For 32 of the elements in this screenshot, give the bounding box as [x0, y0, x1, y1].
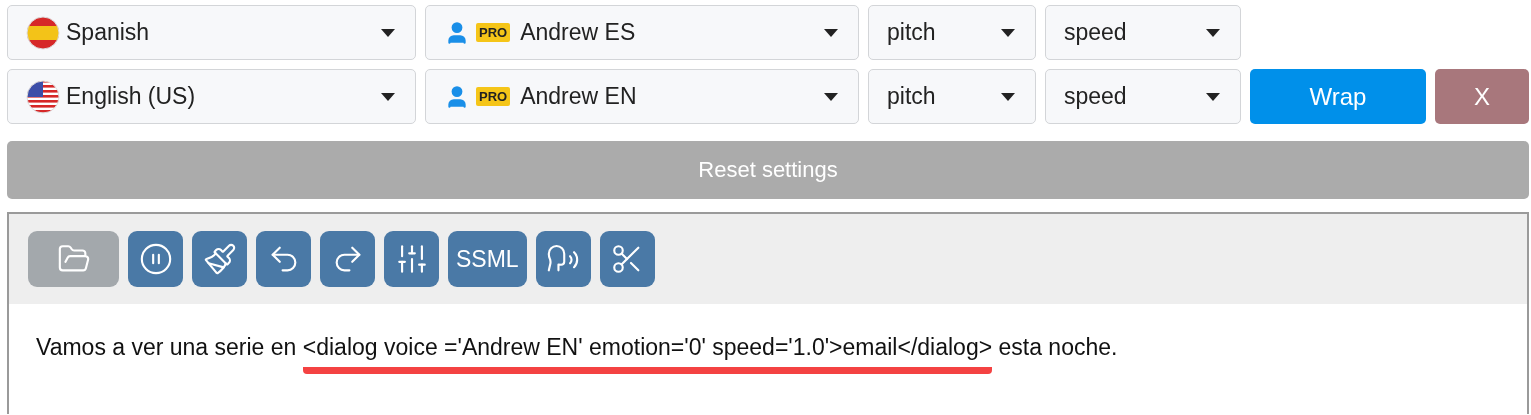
- pitch-select[interactable]: pitch: [868, 5, 1036, 60]
- remove-button[interactable]: X: [1435, 69, 1529, 124]
- voice-select[interactable]: PRO Andrew ES: [425, 5, 859, 60]
- pitch-select[interactable]: pitch: [868, 69, 1036, 124]
- pause-button[interactable]: [128, 231, 183, 287]
- speaking-head-button[interactable]: [535, 231, 591, 287]
- ssml-button[interactable]: SSML: [448, 231, 527, 287]
- undo-button[interactable]: [256, 231, 311, 287]
- sliders-button[interactable]: [384, 231, 439, 287]
- pro-badge: PRO: [476, 87, 511, 106]
- caret-icon: [1001, 28, 1015, 37]
- language-select[interactable]: Spanish: [7, 5, 416, 60]
- caret-icon: [1206, 92, 1220, 101]
- caret-icon: [824, 92, 838, 101]
- scissors-button[interactable]: [599, 231, 655, 287]
- caret-icon: [381, 28, 395, 37]
- speed-select[interactable]: speed: [1045, 5, 1241, 60]
- redo-button[interactable]: [320, 231, 375, 287]
- caret-icon: [824, 28, 838, 37]
- pro-badge: PRO: [476, 23, 511, 42]
- caret-icon: [381, 92, 395, 101]
- caret-icon: [1206, 28, 1220, 37]
- voice-select[interactable]: PRO Andrew EN: [425, 69, 859, 124]
- speed-select[interactable]: speed: [1045, 69, 1241, 124]
- spain-flag-icon: [26, 15, 60, 50]
- editor-text: Vamos a ver una serie en <dialog voice ='Andrew EN' emotion='0' speed='1.0'>email</dialog> esta noche.: [9, 304, 1527, 374]
- pause-icon: [138, 242, 173, 276]
- brush-button[interactable]: [192, 231, 247, 287]
- usa-flag-icon: [26, 79, 60, 114]
- caret-icon: [1001, 92, 1015, 101]
- brush-icon: [202, 242, 237, 276]
- language-select[interactable]: English (US): [7, 69, 416, 124]
